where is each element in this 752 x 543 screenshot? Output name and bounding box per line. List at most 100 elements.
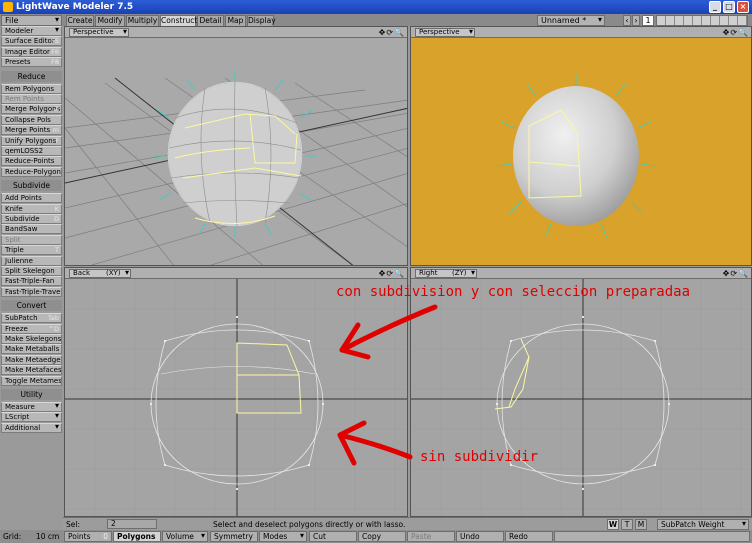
window-title: LightWave Modeler 7.5 [16, 2, 134, 12]
weight-t-button[interactable]: T [621, 519, 633, 530]
redo-button[interactable]: Redo [505, 531, 553, 542]
subpatch-button[interactable]: SubPatch Tab [1, 313, 62, 324]
tool-sidebar: ModelerSurface EditorF5Image EditorF6Pre… [0, 26, 63, 504]
reduce-polygons-button[interactable]: Reduce-Polygons [1, 166, 62, 177]
surface-editor-button[interactable]: Surface Editor F5 [1, 36, 62, 47]
triple-button[interactable]: Triple T [1, 245, 62, 256]
viewport-nav-icons[interactable]: ✥⟳🔍 [723, 27, 749, 38]
paste-button[interactable]: Paste [407, 531, 455, 542]
file-menu[interactable]: File ▾ [1, 15, 62, 26]
tab-create[interactable]: Create [66, 15, 94, 26]
viewport-top-right[interactable]: Perspective ✥⟳🔍 [410, 26, 752, 266]
lightwave-app-icon [3, 2, 13, 12]
unify-polygons-button-label: Unify Polygons [5, 136, 57, 145]
object-selector[interactable]: Unnamed * ▾ [537, 15, 605, 26]
viewport-nav-icons[interactable]: ✥⟳🔍 [723, 268, 749, 279]
reduce-header: Reduce [1, 70, 62, 82]
tab-modify[interactable]: Modify [95, 15, 125, 26]
viewport-top-left[interactable]: Perspective ✥⟳🔍 [64, 26, 408, 266]
close-button[interactable]: × [737, 1, 749, 13]
bandsaw-button[interactable]: BandSaw [1, 224, 62, 235]
triple-button-label: Triple [5, 246, 24, 255]
viewport-bottom-right[interactable]: Right(ZY) ✥⟳🔍 [410, 267, 752, 517]
tab-display[interactable]: Display [247, 15, 276, 26]
tab-map[interactable]: Map [225, 15, 246, 26]
collapse-pols-button[interactable]: Collapse Pols [1, 114, 62, 125]
subdivide-button-shortcut: D [53, 215, 59, 223]
merge-points-button-label: Merge Points [5, 126, 51, 135]
view-type-dropdown[interactable]: Right (ZY) [415, 269, 477, 278]
subpatch-button-label: SubPatch [5, 314, 38, 323]
measure-menu[interactable]: Measure [1, 402, 62, 412]
toggle-metamesh-button[interactable]: Toggle Metamesh [1, 375, 62, 386]
make-skelegons-button[interactable]: Make Skelegons [1, 334, 62, 344]
utility-header: Utility [1, 389, 62, 400]
right-view-canvas[interactable] [411, 279, 752, 517]
next-layer-button[interactable]: › [632, 15, 640, 26]
split-skelegon-button[interactable]: Split Skelegon [1, 266, 62, 276]
knife-button[interactable]: Knife K [1, 203, 62, 214]
merge-polygons-button[interactable]: Merge Polygons Z [1, 104, 62, 115]
viewport-nav-icons[interactable]: ✥⟳🔍 [379, 268, 405, 279]
view-type-dropdown[interactable]: Back (XY) [69, 269, 131, 278]
layer-number: 1 [642, 15, 654, 26]
modeler-menu[interactable]: Modeler [1, 26, 62, 36]
status-bar: Sel: 2 Select and deselect polygons dire… [63, 517, 752, 530]
cut-button[interactable]: Cut [309, 531, 357, 542]
subdivide-button[interactable]: Subdivide D [1, 214, 62, 224]
triple-button-shortcut: T [55, 246, 59, 255]
status-message: Select and deselect polygons directly or… [213, 520, 406, 529]
weight-map-dropdown[interactable]: SubPatch Weight [657, 519, 749, 530]
minimize-button[interactable]: _ [709, 1, 721, 13]
modebar-empty-slot [554, 531, 750, 542]
make-metaballs-button[interactable]: Make Metaballs [1, 344, 62, 355]
rem-polygons-button[interactable]: Rem Polygons [1, 83, 62, 94]
viewport-header: Right(ZY) ✥⟳🔍 [411, 268, 751, 279]
merge-points-button[interactable]: Merge Points m [1, 125, 62, 136]
modes-dropdown[interactable]: Modes [259, 531, 307, 542]
make-metafaces-button[interactable]: Make Metafaces [1, 365, 62, 376]
freeze-button[interactable]: Freeze ^D [1, 323, 62, 334]
weight-w-button[interactable]: W [607, 519, 619, 530]
reduce-points-button[interactable]: Reduce-Points [1, 156, 62, 167]
prev-layer-button[interactable]: ‹ [623, 15, 631, 26]
image-editor-button-shortcut: F6 [51, 47, 59, 56]
tab-construct[interactable]: Construct [160, 15, 197, 26]
split-button[interactable]: Split [1, 234, 62, 245]
grid-label: Grid: [3, 532, 22, 541]
image-editor-button[interactable]: Image Editor F6 [1, 46, 62, 57]
lscript-menu[interactable]: LScript [1, 412, 62, 423]
render-preview-canvas[interactable] [411, 38, 752, 266]
layer-buttons[interactable] [656, 15, 748, 26]
unify-polygons-button[interactable]: Unify Polygons F [1, 135, 62, 146]
view-type-dropdown[interactable]: Perspective [415, 28, 475, 37]
additional-menu[interactable]: Additional [1, 422, 62, 433]
tab-detail[interactable]: Detail [197, 15, 224, 26]
unify-polygons-button-shortcut: F [55, 136, 59, 145]
copy-button[interactable]: Copy [358, 531, 406, 542]
qemloss2-button[interactable]: qemLOSS2 [1, 146, 62, 156]
make-metaedges-button[interactable]: Make Metaedges [1, 354, 62, 365]
weight-m-button[interactable]: M [635, 519, 647, 530]
mode-bar: Grid: 10 cm Points0 Polygons Volume Symm… [0, 530, 752, 543]
symmetry-button[interactable]: Symmetry [210, 531, 258, 542]
undo-button[interactable]: Undo [456, 531, 504, 542]
subdivide-header: Subdivide [1, 180, 62, 192]
points-mode-button[interactable]: Points 0 [64, 531, 112, 542]
view-type-dropdown[interactable]: Perspective [69, 28, 129, 37]
perspective-view-canvas[interactable] [65, 38, 408, 266]
freeze-button-label: Freeze [5, 324, 28, 333]
top-toolbar: File ▾ Create Modify Multiply Construct Detai… [0, 14, 752, 26]
fast-triple-traverse-button[interactable]: Fast-Triple-Trave... [1, 286, 62, 297]
volume-mode-button[interactable]: Volume [162, 531, 208, 542]
tab-multiply[interactable]: Multiply [126, 15, 159, 26]
julienne-button[interactable]: Julienne [1, 255, 62, 266]
fast-triple-fan-button[interactable]: Fast-Triple-Fan [1, 276, 62, 287]
presets-button[interactable]: Presets F8 [1, 57, 62, 68]
rem-points-button[interactable]: Rem Points [1, 94, 62, 104]
maximize-button[interactable]: □ [723, 1, 735, 13]
viewport-header: Back(XY) ✥⟳🔍 [65, 268, 407, 279]
viewport-nav-icons[interactable]: ✥⟳🔍 [379, 27, 405, 38]
polygons-mode-button[interactable]: Polygons [113, 531, 161, 542]
add-points-button[interactable]: Add Points [1, 193, 62, 204]
